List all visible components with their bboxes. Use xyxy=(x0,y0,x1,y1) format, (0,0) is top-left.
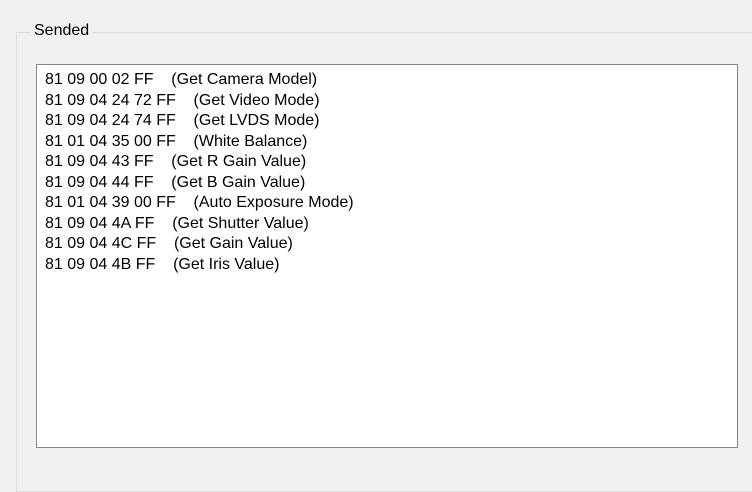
log-line[interactable]: 81 09 04 43 FF (Get R Gain Value) xyxy=(45,152,737,173)
log-line[interactable]: 81 01 04 39 00 FF (Auto Exposure Mode) xyxy=(45,193,737,214)
groupbox-title: Sended xyxy=(30,20,94,42)
log-line[interactable]: 81 09 04 4C FF (Get Gain Value) xyxy=(45,234,737,255)
log-line[interactable]: 81 09 04 24 74 FF (Get LVDS Mode) xyxy=(45,111,737,132)
log-line[interactable]: 81 09 04 4A FF (Get Shutter Value) xyxy=(45,214,737,235)
log-line[interactable]: 81 09 04 4B FF (Get Iris Value) xyxy=(45,255,737,276)
log-line[interactable]: 81 09 00 02 FF (Get Camera Model) xyxy=(45,70,737,91)
log-line[interactable]: 81 09 04 44 FF (Get B Gain Value) xyxy=(45,173,737,194)
sended-commands-list[interactable]: 81 09 00 02 FF (Get Camera Model) 81 09 … xyxy=(36,64,738,448)
log-line[interactable]: 81 01 04 35 00 FF (White Balance) xyxy=(45,132,737,153)
log-line[interactable]: 81 09 04 24 72 FF (Get Video Mode) xyxy=(45,91,737,112)
